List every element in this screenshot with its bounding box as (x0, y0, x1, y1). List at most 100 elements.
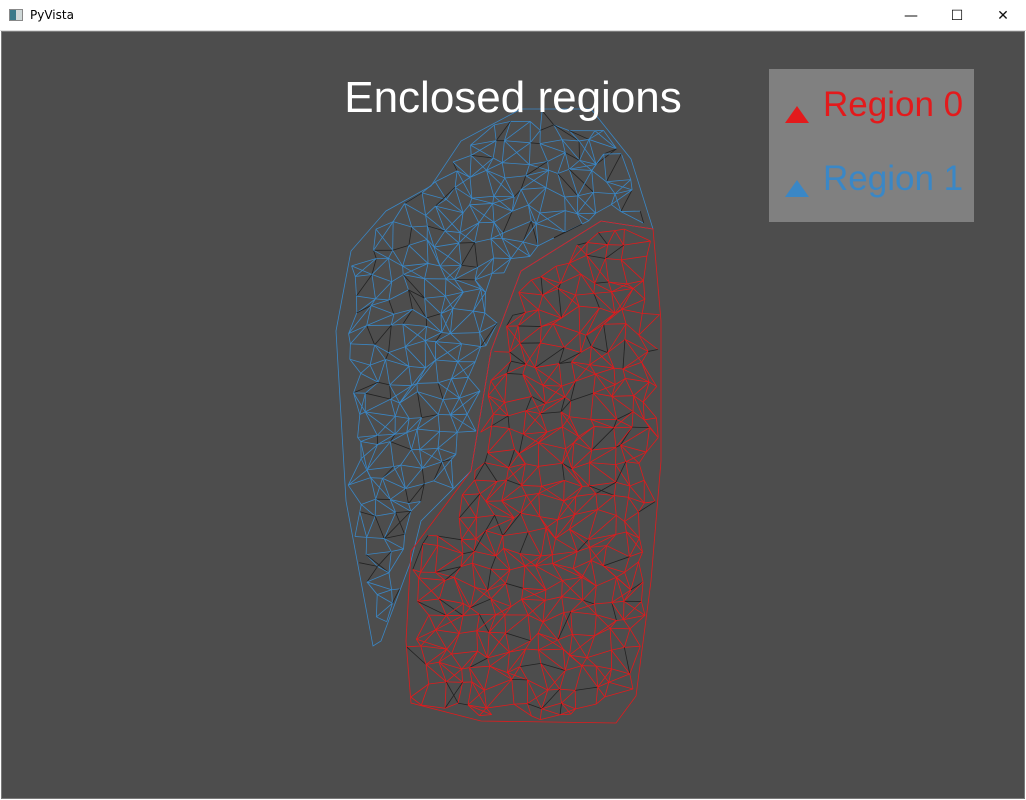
mesh-edge (611, 395, 634, 412)
mesh-edge (591, 426, 595, 451)
window-title: PyVista (30, 8, 74, 22)
mesh-edge (548, 169, 558, 174)
mesh-edge (649, 427, 659, 438)
maximize-button[interactable]: ☐ (934, 0, 980, 31)
mesh-edge (590, 393, 594, 420)
mesh-edge (519, 531, 529, 554)
mesh-edge (450, 310, 474, 334)
mesh-edge (523, 433, 539, 443)
mesh-edge (439, 430, 458, 433)
mesh-edge (469, 157, 494, 178)
mesh-edge (646, 240, 651, 257)
mesh-edge (539, 516, 558, 521)
mesh-edge (490, 372, 507, 382)
mesh-edge (615, 531, 627, 535)
mesh-edge (455, 432, 458, 455)
mesh-edge (402, 266, 404, 275)
mesh-edge (638, 334, 659, 350)
mesh-edge (402, 323, 427, 327)
mesh-edge (467, 377, 481, 392)
mesh-edge (364, 411, 378, 436)
mesh-edge (594, 614, 597, 636)
mesh-edge (557, 168, 570, 174)
mesh-edge (656, 417, 659, 438)
mesh-edge (469, 169, 487, 178)
mesh-edge (564, 381, 576, 398)
mesh-edge (369, 359, 386, 366)
mesh-edge (542, 600, 546, 623)
mesh-edge (540, 342, 565, 348)
mesh-edge (349, 358, 362, 374)
mesh-edge (525, 494, 541, 517)
mesh-edge (417, 601, 447, 616)
mesh-edge (536, 223, 566, 233)
mesh-edge (527, 679, 548, 691)
mesh-edge (578, 305, 600, 309)
mesh-edge (458, 615, 464, 634)
mesh-edge (579, 332, 581, 353)
mesh-edge (462, 204, 470, 213)
mesh-edge (525, 175, 547, 188)
mesh-edge (506, 372, 523, 375)
mesh-edge (479, 613, 496, 616)
mesh-edge (539, 212, 566, 233)
mesh-edge (521, 588, 524, 600)
mesh-edge (390, 488, 406, 500)
mesh-edge (595, 204, 612, 214)
mesh-edge (642, 312, 660, 316)
close-button[interactable]: ✕ (980, 0, 1026, 31)
mesh-edge (388, 258, 393, 282)
mesh-edge (531, 279, 544, 296)
mesh-edge (521, 599, 529, 616)
mesh-edge (479, 493, 487, 502)
mesh-edge (493, 195, 515, 198)
mesh-edge (593, 291, 612, 294)
mesh-edge (399, 402, 410, 419)
mesh-edge (588, 212, 597, 221)
mesh-edge (459, 377, 469, 399)
mesh-edge (442, 378, 452, 400)
mesh-edge (422, 543, 438, 546)
mesh-edge (540, 276, 544, 295)
mesh-edge (454, 267, 478, 280)
mesh-edge (462, 493, 480, 496)
mesh-edge (540, 265, 557, 278)
mesh-edge (390, 399, 396, 417)
mesh-edge (470, 607, 480, 615)
mesh-edge (614, 193, 622, 212)
minimize-button[interactable]: — (888, 0, 934, 31)
mesh-edge (575, 686, 598, 691)
mesh-edge (597, 495, 615, 510)
mesh-edge (486, 679, 513, 709)
mesh-edge (586, 649, 612, 659)
mesh-edge (424, 278, 446, 297)
mesh-edge (522, 410, 527, 435)
mesh-edge (493, 402, 505, 415)
mesh-edge (377, 589, 392, 595)
mesh-edge (564, 197, 566, 211)
mesh-edge (538, 493, 541, 517)
mesh-edge (452, 161, 458, 172)
render-viewport[interactable]: Enclosed regions Region 0 Region 1 (1, 31, 1025, 799)
mesh-edge (393, 466, 406, 489)
mesh-edge (540, 276, 561, 284)
mesh-edge (435, 359, 439, 383)
mesh-edge (504, 121, 511, 141)
mesh-edge (625, 323, 640, 336)
mesh-edge (511, 678, 528, 681)
mesh-edge (471, 197, 493, 204)
mesh-edge (393, 221, 412, 228)
mesh-edge (388, 299, 395, 315)
mesh-edge (520, 512, 540, 518)
mesh-edge (570, 392, 594, 402)
mesh-edge (492, 196, 495, 204)
mesh-edge (437, 545, 464, 555)
mesh-edge (491, 425, 510, 429)
mesh-edge (551, 538, 556, 555)
mesh-edge (484, 678, 512, 691)
mesh-edge (435, 186, 456, 207)
mesh-edge (507, 410, 527, 417)
mesh-edge (587, 242, 608, 246)
mesh-edge (603, 556, 630, 567)
mesh-edge (572, 633, 595, 637)
